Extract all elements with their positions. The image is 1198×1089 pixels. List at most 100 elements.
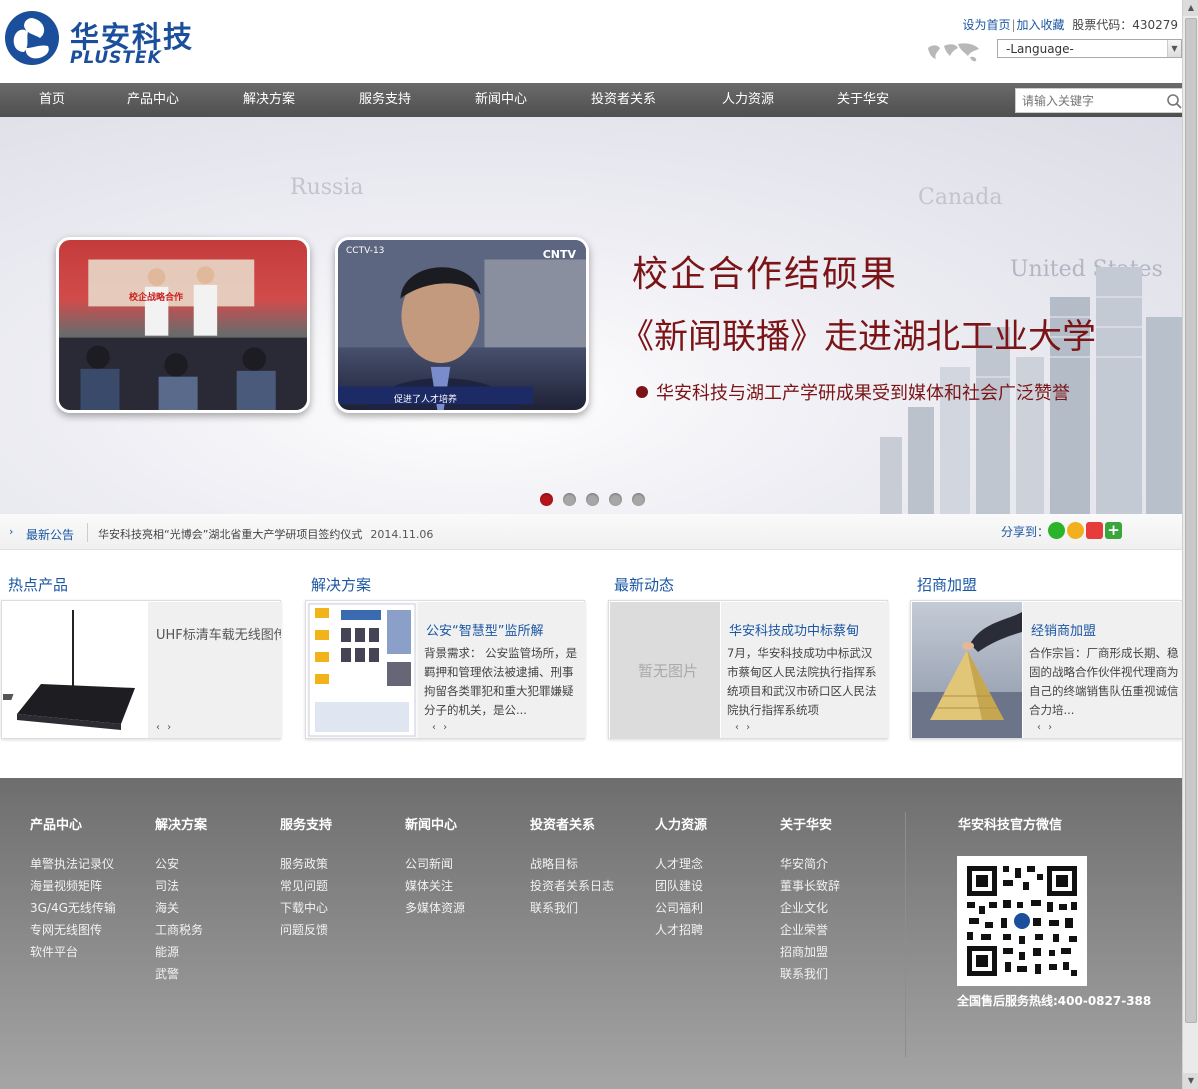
footer-link[interactable]: 媒体关注 [405, 875, 465, 897]
footer-col-hr: 人力资源 人才理念 团队建设 公司福利 人才招聘 [655, 814, 707, 941]
nav-item-products[interactable]: 产品中心 [127, 83, 179, 117]
footer-link[interactable]: 联系我们 [780, 963, 840, 985]
card-pager[interactable]: ‹ › [735, 722, 752, 733]
slider-dot-4[interactable] [609, 493, 622, 506]
plus-icon[interactable]: + [1105, 522, 1122, 539]
footer-link[interactable]: 司法 [155, 875, 207, 897]
footer-link[interactable]: 下载中心 [280, 897, 332, 919]
footer-link[interactable]: 问题反馈 [280, 919, 332, 941]
footer-col-title[interactable]: 解决方案 [155, 814, 207, 833]
footer-link[interactable]: 企业文化 [780, 897, 840, 919]
card-body: UHF标清车载无线图传 ‹ › [148, 602, 281, 738]
footer-link[interactable]: 董事长致辞 [780, 875, 840, 897]
card-heading[interactable]: 华安科技成功中标蔡甸 [729, 620, 884, 639]
footer-link[interactable]: 工商税务 [155, 919, 207, 941]
footer-link[interactable]: 公司新闻 [405, 853, 465, 875]
cctv-logo: CCTV-13 [346, 246, 385, 256]
notice-bar: › 最新公告 华安科技亮相“光博会”湖北省重大产学研项目签约仪式 2014.11.… [0, 514, 1182, 550]
slider-dot-3[interactable] [586, 493, 599, 506]
footer-link[interactable]: 联系我们 [530, 897, 614, 919]
footer-link[interactable]: 战略目标 [530, 853, 614, 875]
share-icons: + [1048, 522, 1124, 539]
footer-link[interactable]: 招商加盟 [780, 941, 840, 963]
notice-item[interactable]: 华安科技亮相“光博会”湖北省重大产学研项目签约仪式 2014.11.06 [98, 526, 433, 542]
card-heading[interactable]: 公安“智慧型”监所解 [426, 620, 581, 639]
footer-link[interactable]: 华安简介 [780, 853, 840, 875]
qzone-icon[interactable] [1067, 522, 1084, 539]
card-desc: 背景需求： 公安监管场所，是羁押和管理依法被逮捕、刑事拘留各类罪犯和重大犯罪嫌疑… [424, 646, 578, 717]
footer-link[interactable]: 3G/4G无线传输 [30, 897, 116, 919]
card-pager[interactable]: ‹ › [156, 722, 173, 733]
footer-link[interactable]: 投资者关系日志 [530, 875, 614, 897]
section-title-news[interactable]: 最新动态 [614, 574, 674, 595]
footer-link[interactable]: 专网无线图传 [30, 919, 116, 941]
footer-link[interactable]: 常见问题 [280, 875, 332, 897]
footer-link[interactable]: 企业荣誉 [780, 919, 840, 941]
nav-item-support[interactable]: 服务支持 [359, 83, 411, 117]
card-news: 暂无图片 华安科技成功中标蔡甸 7月，华安科技成功中标武汉市蔡甸区人民法院执行指… [608, 600, 888, 739]
nav-item-home[interactable]: 首页 [39, 83, 65, 117]
logo[interactable]: 华安科技 PLUSTEK [4, 8, 204, 68]
notice-label[interactable]: 最新公告 [26, 526, 74, 543]
nav-item-news[interactable]: 新闻中心 [475, 83, 527, 117]
footer-col-news: 新闻中心 公司新闻 媒体关注 多媒体资源 [405, 814, 465, 919]
footer-link[interactable]: 能源 [155, 941, 207, 963]
footer-col-support: 服务支持 服务政策 常见问题 下载中心 问题反馈 [280, 814, 332, 941]
footer-col-title[interactable]: 产品中心 [30, 814, 116, 833]
search-input[interactable] [1016, 89, 1156, 112]
page-scrollbar[interactable]: ▲ ▼ [1182, 0, 1198, 1089]
add-favorite-link[interactable]: 加入收藏 [1017, 18, 1065, 32]
top-links: 设为首页|加入收藏 股票代码：430279 [962, 18, 1178, 32]
footer-col-title[interactable]: 投资者关系 [530, 814, 614, 833]
footer-col-title[interactable]: 人力资源 [655, 814, 707, 833]
search-icon[interactable] [1166, 93, 1182, 109]
footer-link[interactable]: 团队建设 [655, 875, 707, 897]
footer-col-investors: 投资者关系 战略目标 投资者关系日志 联系我们 [530, 814, 614, 919]
product-image[interactable] [0, 602, 147, 738]
footer-col-title[interactable]: 新闻中心 [405, 814, 465, 833]
footer-link[interactable]: 人才理念 [655, 853, 707, 875]
map-label-canada: Canada [918, 185, 1003, 210]
banner-slider[interactable]: Russia Canada United States 校企战略合作 CCTV-… [0, 117, 1182, 514]
chevron-down-icon[interactable]: ▼ [1167, 40, 1181, 57]
partner-image[interactable] [912, 602, 1022, 738]
slider-dot-2[interactable] [563, 493, 576, 506]
footer-link[interactable]: 海关 [155, 897, 207, 919]
slider-dot-5[interactable] [632, 493, 645, 506]
nav-item-solutions[interactable]: 解决方案 [243, 83, 295, 117]
footer-link[interactable]: 海量视频矩阵 [30, 875, 116, 897]
set-home-link[interactable]: 设为首页 [962, 18, 1010, 32]
nav-item-hr[interactable]: 人力资源 [722, 83, 774, 117]
banner-subtitle: 《新闻联播》走进湖北工业大学 [620, 317, 1096, 357]
slider-dot-1[interactable] [540, 493, 553, 506]
no-image-placeholder[interactable]: 暂无图片 [610, 602, 720, 738]
card-pager[interactable]: ‹ › [432, 722, 449, 733]
card-pager[interactable]: ‹ › [1037, 722, 1054, 733]
footer-link[interactable]: 软件平台 [30, 941, 116, 963]
logo-icon [5, 11, 59, 65]
card-heading[interactable]: UHF标清车载无线图传 [156, 624, 281, 643]
section-title-solutions[interactable]: 解决方案 [311, 574, 371, 595]
footer-link[interactable]: 人才招聘 [655, 919, 707, 941]
section-title-products[interactable]: 热点产品 [8, 574, 68, 595]
footer-col-title[interactable]: 服务支持 [280, 814, 332, 833]
footer-link[interactable]: 公安 [155, 853, 207, 875]
footer-link[interactable]: 单警执法记录仪 [30, 853, 116, 875]
scroll-thumb[interactable] [1185, 18, 1197, 1023]
nav-item-investors[interactable]: 投资者关系 [591, 83, 656, 117]
footer-col-title[interactable]: 关于华安 [780, 814, 840, 833]
weibo-icon[interactable] [1086, 522, 1103, 539]
scroll-down-icon[interactable]: ▼ [1183, 1073, 1198, 1089]
footer-link[interactable]: 公司福利 [655, 897, 707, 919]
nav-item-about[interactable]: 关于华安 [837, 83, 889, 117]
wechat-icon[interactable] [1048, 522, 1065, 539]
scroll-up-icon[interactable]: ▲ [1183, 0, 1198, 16]
section-title-join[interactable]: 招商加盟 [917, 574, 977, 595]
footer-link[interactable]: 武警 [155, 963, 207, 985]
footer-link[interactable]: 服务政策 [280, 853, 332, 875]
footer-link[interactable]: 多媒体资源 [405, 897, 465, 919]
language-select[interactable]: -Language- ▼ [997, 39, 1182, 58]
card-heading[interactable]: 经销商加盟 [1031, 620, 1181, 639]
card-body: 公安“智慧型”监所解 背景需求： 公安监管场所，是羁押和管理依法被逮捕、刑事拘留… [418, 602, 585, 738]
card-body: 华安科技成功中标蔡甸 7月，华安科技成功中标武汉市蔡甸区人民法院执行指挥系统项目… [721, 602, 888, 738]
